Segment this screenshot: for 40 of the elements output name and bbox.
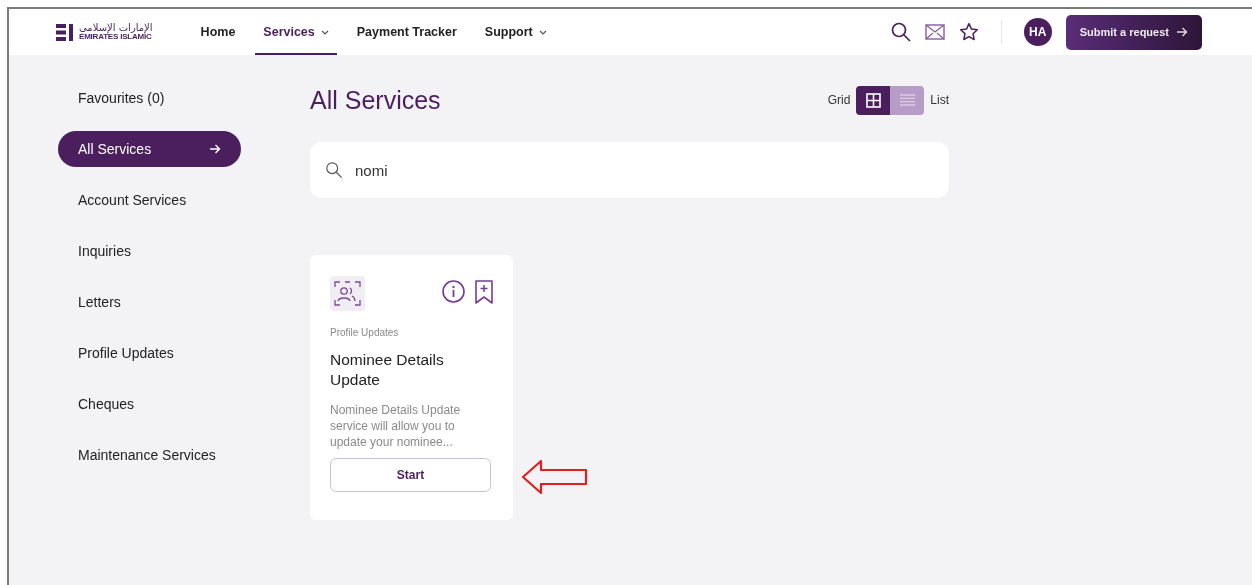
profile-icon (330, 276, 365, 311)
sidebar-item[interactable]: Letters (58, 284, 241, 320)
logo-text: EMIRATES ISLAMIC (79, 33, 153, 41)
logo-arabic-text: الإمارات الإسلامي (79, 23, 153, 33)
nav-link[interactable]: Home (192, 9, 244, 55)
info-icon[interactable] (442, 280, 465, 303)
logo-icon (56, 23, 74, 41)
sidebar-item[interactable]: Profile Updates (58, 335, 241, 371)
sidebar-item[interactable]: Inquiries (58, 233, 241, 269)
grid-icon (865, 92, 881, 108)
card-category: Profile Updates (330, 327, 400, 338)
arrow-right-icon (210, 144, 221, 154)
star-icon[interactable] (958, 22, 979, 42)
nav-link[interactable]: Support (476, 9, 555, 55)
chevron-down-icon (538, 29, 547, 35)
arrow-left-icon (521, 459, 588, 495)
submit-request-button[interactable]: Submit a request (1065, 14, 1202, 50)
card-description: Nominee Details Update service will allow you to update your nominee... (330, 402, 462, 450)
sidebar-item[interactable]: Favourites (0) (58, 80, 241, 116)
nav-link[interactable]: Payment Tracker (348, 9, 465, 55)
chevron-down-icon (320, 29, 329, 35)
mail-icon[interactable] (924, 24, 945, 40)
user-avatar[interactable]: HA (1023, 18, 1052, 46)
list-label: List (930, 93, 949, 107)
bookmark-add-icon[interactable] (475, 280, 493, 304)
sidebar-item[interactable]: Maintenance Services (58, 437, 241, 473)
search-icon (325, 161, 343, 179)
arrow-right-icon (1177, 27, 1188, 37)
sidebar-item[interactable]: Account Services (58, 182, 241, 218)
card-title: Nominee Details Update (330, 350, 445, 390)
sidebar-item[interactable]: Cheques (58, 386, 241, 422)
search-icon[interactable] (890, 22, 911, 42)
grid-view-button[interactable] (856, 85, 891, 115)
search-field[interactable]: nomi (310, 142, 949, 198)
nav-link[interactable]: Services (255, 9, 337, 55)
start-button[interactable]: Start (330, 458, 491, 492)
sidebar-item[interactable]: All Services (58, 131, 241, 167)
grid-label: Grid (827, 93, 851, 107)
page-title: All Services (310, 85, 441, 115)
list-icon (899, 94, 915, 106)
